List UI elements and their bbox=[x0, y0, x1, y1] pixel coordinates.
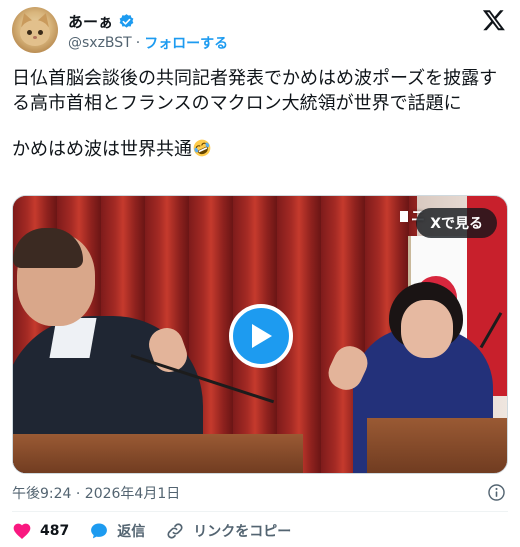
copy-link-button[interactable]: リンクをコピー bbox=[165, 521, 291, 541]
avatar-cat-face bbox=[20, 20, 50, 46]
avatar-cat-nose bbox=[33, 36, 37, 39]
avatar[interactable] bbox=[12, 7, 58, 53]
play-button[interactable] bbox=[229, 304, 293, 368]
handle-separator: · bbox=[135, 35, 141, 51]
tweet-text-line-2: かめはめ波は世界共通 bbox=[12, 137, 508, 162]
tweet-text-line-2-text: かめはめ波は世界共通 bbox=[12, 139, 192, 160]
author-name-row: あーぁ bbox=[68, 11, 135, 31]
author-handle-row: @sxzBST · フォローする bbox=[68, 33, 228, 53]
avatar-cat-eye-right bbox=[38, 30, 43, 35]
video-figure-right-face bbox=[401, 300, 453, 358]
tweet-text-line-1: 日仏首脳会談後の共同記者発表でかめはめ波ポーズを披露する高市首相とフランスのマク… bbox=[12, 68, 498, 114]
tweet-text: 日仏首脳会談後の共同記者発表でかめはめ波ポーズを披露する高市首相とフランスのマク… bbox=[12, 66, 508, 162]
video-player[interactable]: ニ Xで見る bbox=[12, 195, 508, 474]
like-button[interactable]: 487 bbox=[12, 521, 69, 541]
x-logo-icon[interactable] bbox=[482, 8, 506, 32]
like-count: 487 bbox=[40, 523, 70, 539]
follow-button[interactable]: フォローする bbox=[144, 33, 228, 53]
tweet-header: あーぁ @sxzBST · フォローする bbox=[12, 6, 508, 56]
play-icon bbox=[252, 324, 272, 348]
verified-badge-icon bbox=[119, 13, 134, 28]
reply-button[interactable]: 返信 bbox=[89, 521, 145, 541]
tweet-timestamp[interactable]: 午後9:24 · 2026年4月1日 bbox=[12, 486, 180, 502]
video-podium-right bbox=[367, 418, 507, 473]
link-icon bbox=[167, 523, 183, 539]
author-name[interactable]: あーぁ bbox=[68, 11, 113, 32]
info-icon[interactable] bbox=[487, 483, 506, 502]
watch-on-x-button[interactable]: Xで見る bbox=[416, 208, 497, 238]
tweet-actions: 487 返信 リンクをコピー bbox=[12, 520, 311, 542]
divider bbox=[12, 511, 508, 512]
avatar-cat-eye-left bbox=[27, 30, 32, 35]
heart-icon bbox=[13, 523, 31, 539]
video-corner-bookmark-icon bbox=[400, 210, 408, 222]
author-handle[interactable]: @sxzBST bbox=[68, 35, 132, 51]
video-podium-left bbox=[13, 434, 303, 473]
tweet-meta-row: 午後9:24 · 2026年4月1日 bbox=[12, 483, 508, 503]
reply-label: 返信 bbox=[117, 524, 146, 540]
rofl-emoji-icon bbox=[193, 139, 211, 157]
copy-link-label: リンクをコピー bbox=[193, 524, 292, 540]
reply-bubble-icon bbox=[91, 523, 108, 539]
